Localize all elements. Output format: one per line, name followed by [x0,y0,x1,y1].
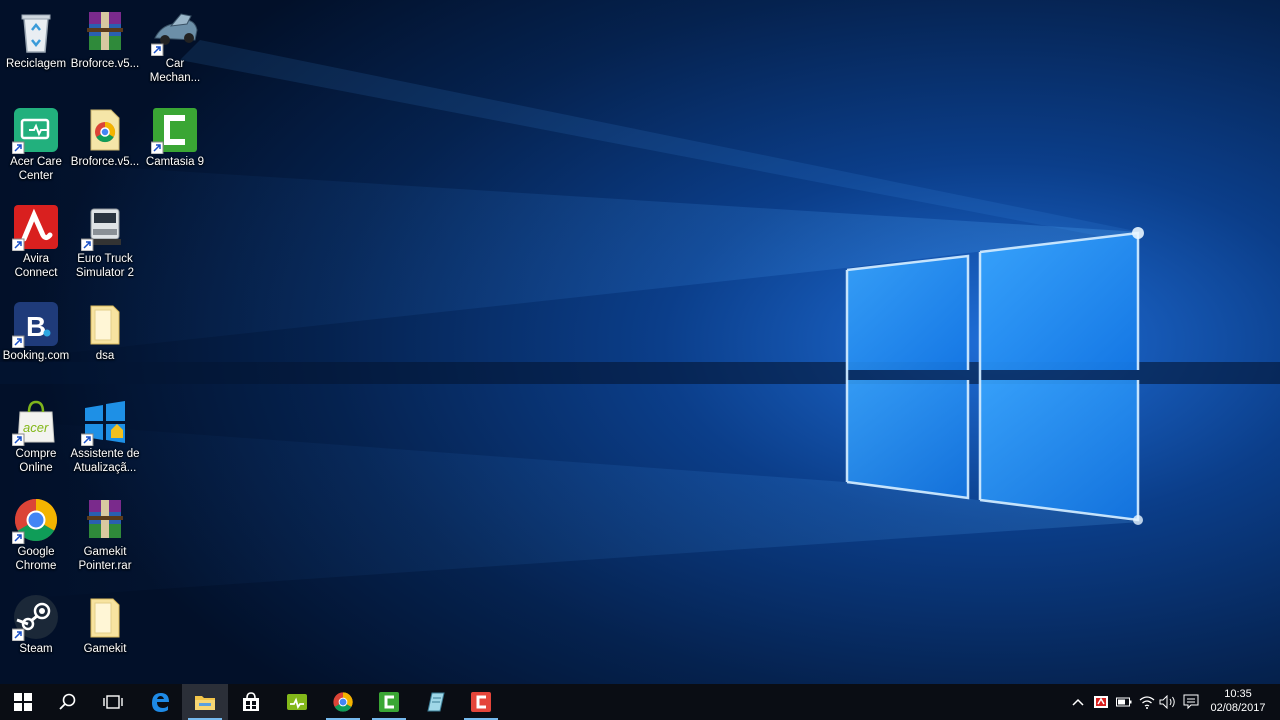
desktop-icon-folder-dsa[interactable]: dsa [69,294,141,384]
task-view-icon [103,695,123,709]
desktop-icon-label: Euro Truck Simulator 2 [75,253,135,279]
taskbar: 10:35 02/08/2017 [0,684,1280,720]
car-mechanic-icon [151,13,198,56]
windows-logo-icon [81,401,125,446]
desktop-icon-label: Camtasia 9 [145,156,205,168]
task-view-button[interactable] [90,684,136,720]
taskbar-camtasia[interactable] [366,684,412,720]
winrar-archive-icon [87,12,123,50]
document-chrome-icon [90,109,120,151]
desktop-icon-recycle-bin[interactable]: Reciclagem [0,2,72,92]
file-explorer-icon [195,696,215,710]
notepad-icon [427,692,445,712]
recycle-bin-icon [21,14,51,53]
desktop-icon-folder-gamekit[interactable]: Gamekit [69,587,141,677]
acer-care-icon [287,694,307,710]
desktop-icon-gamekit-pointer[interactable]: Gamekit Pointer.rar [69,490,141,580]
camtasia-recorder-icon [471,692,491,712]
action-center-icon [1183,694,1199,710]
desktop-icon-acer-care-center[interactable]: Acer Care Center [0,100,72,190]
tray-action-center[interactable] [1182,692,1200,712]
battery-icon [1116,697,1132,707]
taskbar-clock[interactable]: 10:35 02/08/2017 [1206,687,1270,715]
show-hidden-icons-button[interactable] [1069,692,1087,712]
chrome-icon [333,692,353,712]
tray-volume[interactable] [1159,692,1177,712]
clock-time: 10:35 [1224,688,1252,700]
steam-icon [12,595,58,641]
avira-icon [12,205,58,251]
desktop-icon-assistente-atualizacao[interactable]: Assistente de Atualizaçã... [69,392,141,482]
desktop-icon-label: Gamekit Pointer.rar [78,546,132,572]
desktop-icon-label: Broforce.v5... [70,156,140,168]
svg-text:acer: acer [23,420,49,435]
booking-icon: B [12,302,58,348]
taskbar-edge[interactable] [137,684,183,720]
taskbar-notepad[interactable] [412,684,458,720]
winrar-archive-icon [87,500,123,538]
shopping-bag-icon: acer [12,400,55,446]
acer-care-center-icon [12,108,58,154]
volume-icon [1159,695,1175,709]
camtasia-icon [379,692,399,712]
desktop-icon-booking[interactable]: B Booking.com [0,294,72,384]
desktop-icon-label: Car Mechan... [149,58,201,84]
chrome-icon [12,499,58,544]
camtasia-icon [151,108,197,154]
taskbar-chrome[interactable] [320,684,366,720]
tray-security[interactable] [1092,692,1110,712]
desktop-icon-label: Assistente de Atualizaçã... [70,448,140,474]
desktop-icon-label: dsa [95,350,115,362]
search-button[interactable] [45,684,91,720]
taskbar-acer-care[interactable] [274,684,320,720]
desktop-icon-compre-online[interactable]: acer Compre Online [0,392,72,482]
desktop-icon-broforce-file[interactable]: Broforce.v5... [69,100,141,190]
folder-icon [90,305,120,345]
search-icon [59,693,76,710]
desktop-icon-euro-truck[interactable]: Euro Truck Simulator 2 [69,197,141,287]
shield-icon [1094,696,1108,708]
start-windows-icon [14,693,32,711]
tray-battery[interactable] [1115,692,1133,712]
wifi-icon [1139,696,1155,709]
desktop-icon-broforce-rar[interactable]: Broforce.v5... [69,2,141,92]
taskbar-file-explorer[interactable] [182,684,228,720]
desktop-icon-car-mechanic[interactable]: Car Mechan... [139,2,211,92]
chevron-up-icon [1072,698,1084,706]
taskbar-camtasia-recorder[interactable] [458,684,504,720]
tray-network[interactable] [1138,692,1156,712]
desktop-icon-google-chrome[interactable]: Google Chrome [0,490,72,580]
desktop-icon-label: Gamekit [83,643,127,655]
clock-date: 02/08/2017 [1210,702,1266,714]
store-icon [243,692,259,711]
svg-text:B: B [26,311,46,342]
edge-icon [152,693,169,712]
start-button[interactable] [0,684,46,720]
truck-icon [81,208,121,251]
folder-icon [90,598,120,638]
desktop-icon-avira-connect[interactable]: Avira Connect [0,197,72,287]
desktop-icon-camtasia-9[interactable]: Camtasia 9 [139,100,211,190]
taskbar-store[interactable] [228,684,274,720]
desktop-icon-steam[interactable]: Steam [0,587,72,677]
desktop-icon-label: Broforce.v5... [70,58,140,70]
